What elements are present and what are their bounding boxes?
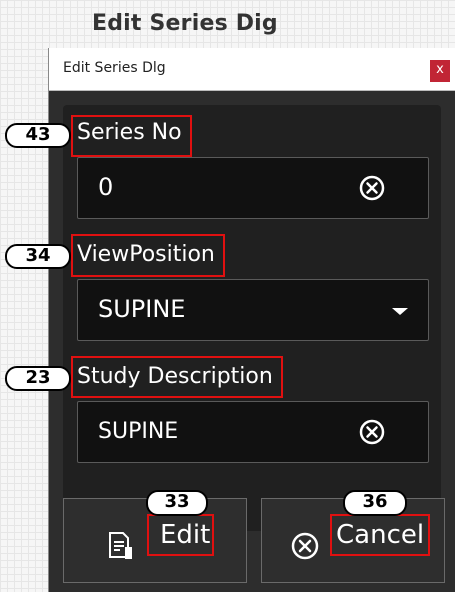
clear-icon[interactable]: [356, 172, 388, 204]
clear-icon[interactable]: [356, 416, 388, 448]
close-button[interactable]: x: [430, 60, 450, 82]
highlight-edit: [147, 514, 214, 556]
chevron-down-icon: [392, 308, 408, 315]
edit-document-icon: [109, 532, 132, 559]
study-description-value: SUPINE: [98, 419, 179, 444]
highlight-view-position: [71, 234, 225, 277]
series-no-input[interactable]: 0: [77, 157, 429, 219]
view-position-select[interactable]: SUPINE: [77, 279, 429, 341]
highlight-series-no: [71, 115, 192, 157]
badge-view-position: 34: [5, 244, 71, 269]
circle-x-icon: [291, 532, 319, 560]
view-position-value: SUPINE: [98, 295, 186, 323]
study-description-input[interactable]: SUPINE: [77, 401, 429, 463]
badge-study-description: 23: [5, 366, 71, 391]
highlight-cancel: [330, 514, 430, 556]
dialog-title: Edit Series Dlg: [63, 60, 166, 76]
page-title: Edit Series Dig: [92, 11, 278, 36]
series-no-value: 0: [98, 173, 114, 201]
badge-cancel: 36: [343, 490, 407, 516]
badge-series-no: 43: [5, 123, 71, 148]
badge-edit: 33: [146, 490, 208, 516]
highlight-study-description: [71, 356, 283, 398]
dialog-titlebar: Edit Series Dlg x: [49, 48, 455, 91]
